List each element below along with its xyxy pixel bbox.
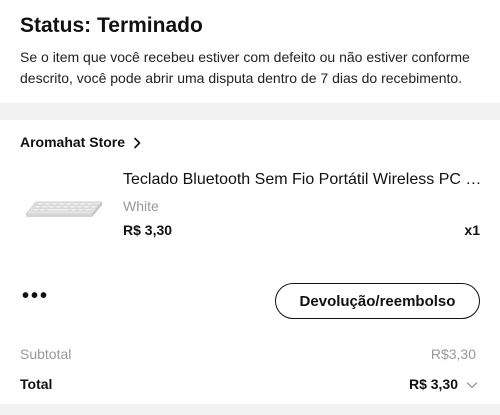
total-value: R$ 3,30 bbox=[408, 376, 458, 392]
store-link[interactable]: Aromahat Store bbox=[20, 134, 143, 150]
status-title: Status: Terminado bbox=[20, 14, 203, 37]
subtotal-label: Subtotal bbox=[20, 346, 72, 362]
store-name: Aromahat Store bbox=[20, 134, 126, 150]
chevron-down-icon bbox=[466, 378, 478, 390]
keyboard-product-image[interactable] bbox=[20, 153, 110, 251]
product-price: R$ 3,30 bbox=[123, 222, 173, 238]
product-variant: White bbox=[123, 198, 159, 214]
more-options-button[interactable]: ••• bbox=[22, 286, 49, 306]
product-title[interactable]: Teclado Bluetooth Sem Fio Portátil Wirel… bbox=[123, 170, 483, 190]
status-section: Status: Terminado Se o item que você rec… bbox=[0, 0, 500, 103]
order-card: Aromahat Store Teclado Bluetooth Sem Fio… bbox=[0, 120, 500, 404]
chevron-right-icon bbox=[131, 136, 143, 149]
product-quantity: x1 bbox=[464, 222, 480, 238]
total-toggle[interactable]: R$ 3,30 bbox=[409, 376, 478, 392]
subtotal-value: R$3,30 bbox=[430, 346, 476, 362]
status-description: Se o item que você recebeu estiver com d… bbox=[20, 49, 470, 86]
refund-button[interactable]: Devolução/reembolso bbox=[275, 283, 480, 319]
total-label: Total bbox=[20, 376, 53, 392]
